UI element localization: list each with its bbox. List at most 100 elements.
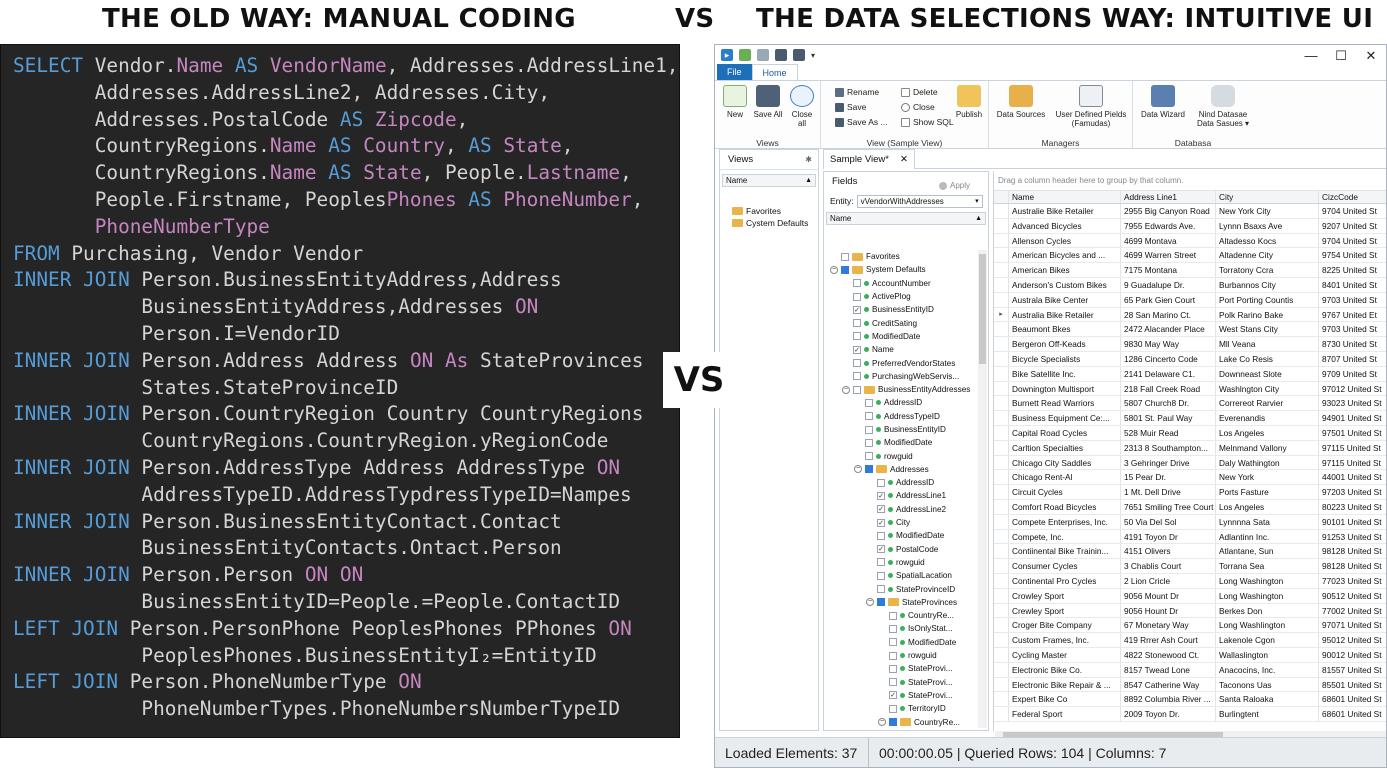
table-cell[interactable]: New York xyxy=(1216,470,1319,485)
table-cell[interactable]: 5801 St. Paul Way xyxy=(1121,411,1216,425)
table-cell[interactable]: Circuit Cycles xyxy=(1009,485,1121,499)
row-selector[interactable] xyxy=(994,425,1009,440)
table-row[interactable]: Burnett Read Warriors 5807 Church8 Dr. Cor… xyxy=(994,396,1386,412)
table-row[interactable]: Allenson Cycles 4699 Montava Altadesso Koc… xyxy=(994,233,1386,249)
table-cell[interactable]: 7955 Edwards Ave. xyxy=(1121,218,1216,233)
tree-node[interactable]: ModifiedDate xyxy=(824,636,976,649)
table-cell[interactable]: Los Angeles xyxy=(1216,499,1319,514)
tree-node[interactable]: CreditSating xyxy=(824,316,976,329)
tree-node[interactable]: ActivePlog xyxy=(824,290,976,303)
row-selector[interactable] xyxy=(994,529,1009,544)
current-row-icon[interactable]: ▸ xyxy=(994,307,1009,322)
table-cell[interactable]: 2141 Delaware C1. xyxy=(1121,366,1216,381)
field-checkbox[interactable] xyxy=(889,704,897,713)
table-cell[interactable]: Anacocins, Inc. xyxy=(1216,662,1319,677)
table-cell[interactable]: Atlantane, Sun xyxy=(1216,544,1319,559)
qa-new-icon[interactable] xyxy=(739,49,751,61)
show-sql-toggle[interactable]: Show SQL xyxy=(901,117,954,127)
row-selector[interactable] xyxy=(994,588,1009,603)
table-cell[interactable]: Correreot Rarvier xyxy=(1216,396,1319,411)
row-selector[interactable] xyxy=(994,677,1009,692)
tab-home[interactable]: Home xyxy=(751,64,798,80)
field-checkbox[interactable] xyxy=(841,252,849,261)
tab-sample-view[interactable]: Sample View* ✕ xyxy=(823,149,915,169)
table-row[interactable]: Custom Frames, Inc. 419 Rrrer Ash Court La… xyxy=(994,633,1386,648)
field-checkbox[interactable] xyxy=(853,385,861,394)
row-selector[interactable] xyxy=(994,603,1009,618)
row-selector[interactable] xyxy=(994,233,1009,248)
qa-save-icon[interactable] xyxy=(775,49,787,61)
column-header[interactable]: Address Line1 xyxy=(1121,191,1216,203)
table-cell[interactable]: 3 Gehringer Drive xyxy=(1121,455,1216,470)
table-row[interactable]: Contiinental Bike Trainin... 4151 Olivers… xyxy=(994,544,1386,560)
table-row[interactable]: Downington Multisport 218 Fall Creek Road… xyxy=(994,381,1386,397)
table-cell[interactable]: Burlingtent xyxy=(1216,707,1319,721)
table-cell[interactable]: 97501 United St xyxy=(1319,426,1386,440)
save-as-button[interactable]: Save As ... xyxy=(835,117,888,127)
tree-node[interactable]: Favorites xyxy=(824,250,976,263)
table-row[interactable]: American Bikes 7175 Montana Torratony Ccra… xyxy=(994,263,1386,278)
table-cell[interactable]: 44001 United St xyxy=(1319,470,1386,484)
table-cell[interactable]: Mll Veana xyxy=(1216,337,1319,351)
table-cell[interactable]: Lynnnna Sata xyxy=(1216,514,1319,529)
entity-select[interactable]: vVendorWithAddresses ▾ xyxy=(856,194,983,208)
table-cell[interactable]: New York City xyxy=(1216,204,1319,218)
table-row[interactable]: Compete Enterprises, Inc. 50 Via Del Sol L… xyxy=(994,514,1386,530)
table-cell[interactable]: Downneast Slote xyxy=(1216,366,1319,381)
field-checkbox[interactable] xyxy=(877,571,885,580)
table-cell[interactable]: 50 Via Del Sol xyxy=(1121,514,1216,529)
tree-node[interactable]: rowguid xyxy=(824,556,976,569)
tree-node[interactable]: − StateProvinces xyxy=(824,596,976,609)
tree-node[interactable]: Name xyxy=(824,343,976,356)
row-selector[interactable] xyxy=(994,499,1009,514)
find-datasource-button[interactable]: Nind Datasae Data Sasues ▾ xyxy=(1193,85,1253,128)
table-cell[interactable]: Crowley Sport xyxy=(1009,588,1121,603)
row-selector[interactable] xyxy=(994,470,1009,485)
row-selector[interactable] xyxy=(994,647,1009,662)
qa-save-all-icon[interactable] xyxy=(793,49,805,61)
field-checkbox[interactable] xyxy=(853,332,861,341)
tree-node[interactable]: rowguid xyxy=(824,449,976,462)
tree-node[interactable]: StateProvi... xyxy=(824,689,976,702)
field-checkbox[interactable] xyxy=(853,345,861,354)
field-checkbox[interactable] xyxy=(889,638,897,647)
field-checkbox[interactable] xyxy=(889,611,897,620)
table-cell[interactable]: 65 Park Gien Court xyxy=(1121,292,1216,307)
table-cell[interactable]: 1 Mt. Dell Drive xyxy=(1121,485,1216,499)
table-cell[interactable]: Lake Co Resis xyxy=(1216,351,1319,366)
row-selector[interactable] xyxy=(994,559,1009,573)
table-cell[interactable]: 8401 United St xyxy=(1319,278,1386,292)
apply-button[interactable]: Apply xyxy=(938,176,970,196)
field-checkbox[interactable] xyxy=(889,651,897,660)
table-cell[interactable]: 3 Chablis Court xyxy=(1121,559,1216,573)
table-cell[interactable]: Advanced Bicycles xyxy=(1009,218,1121,233)
user-defined-fields-button[interactable]: User Defined Pields (Famudas) xyxy=(1053,85,1129,128)
table-row[interactable]: Croger Bite Company 67 Monetary Way Long W… xyxy=(994,618,1386,634)
table-row[interactable]: Compete, Inc. 4191 Toyon Dr Adlantinn Inc.… xyxy=(994,529,1386,545)
table-cell[interactable]: Contiinental Bike Trainin... xyxy=(1009,544,1121,559)
field-checkbox[interactable] xyxy=(877,558,885,567)
table-cell[interactable]: Chicago City Saddles xyxy=(1009,455,1121,470)
field-checkbox[interactable] xyxy=(877,518,885,527)
views-column-header[interactable]: Name ▲ xyxy=(722,174,816,187)
tree-node[interactable]: PurchasingWebServis... xyxy=(824,370,976,383)
field-checkbox[interactable] xyxy=(853,279,861,288)
table-cell[interactable]: Burnett Read Warriors xyxy=(1009,396,1121,411)
table-row[interactable]: American Bicycles and ... 4699 Warren Str… xyxy=(994,248,1386,264)
table-row[interactable]: Comfort Road Bicycles 7651 Smiling Tree C… xyxy=(994,499,1386,515)
field-checkbox[interactable] xyxy=(865,412,873,421)
table-cell[interactable]: 90512 United St xyxy=(1319,589,1386,603)
field-checkbox[interactable] xyxy=(865,425,873,434)
table-cell[interactable]: 9 Guadalupe Dr. xyxy=(1121,277,1216,292)
table-row[interactable]: Federal Sport 2009 Toyon Dr. Burlingtent 68… xyxy=(994,707,1386,722)
tree-node[interactable]: StateProvi... xyxy=(824,662,976,675)
table-cell[interactable]: Federal Sport xyxy=(1009,707,1121,721)
table-cell[interactable]: 8157 Twead Lone xyxy=(1121,662,1216,677)
data-sources-button[interactable]: Data Sources xyxy=(995,85,1047,119)
table-cell[interactable]: Capital Road Cycles xyxy=(1009,425,1121,440)
table-cell[interactable]: Lakenole Cgon xyxy=(1216,633,1319,647)
row-selector[interactable] xyxy=(994,544,1009,559)
table-cell[interactable]: Electronic Bike Co. xyxy=(1009,662,1121,677)
table-cell[interactable]: 95012 United St xyxy=(1319,633,1386,647)
table-cell[interactable]: Comfort Road Bicycles xyxy=(1009,499,1121,514)
